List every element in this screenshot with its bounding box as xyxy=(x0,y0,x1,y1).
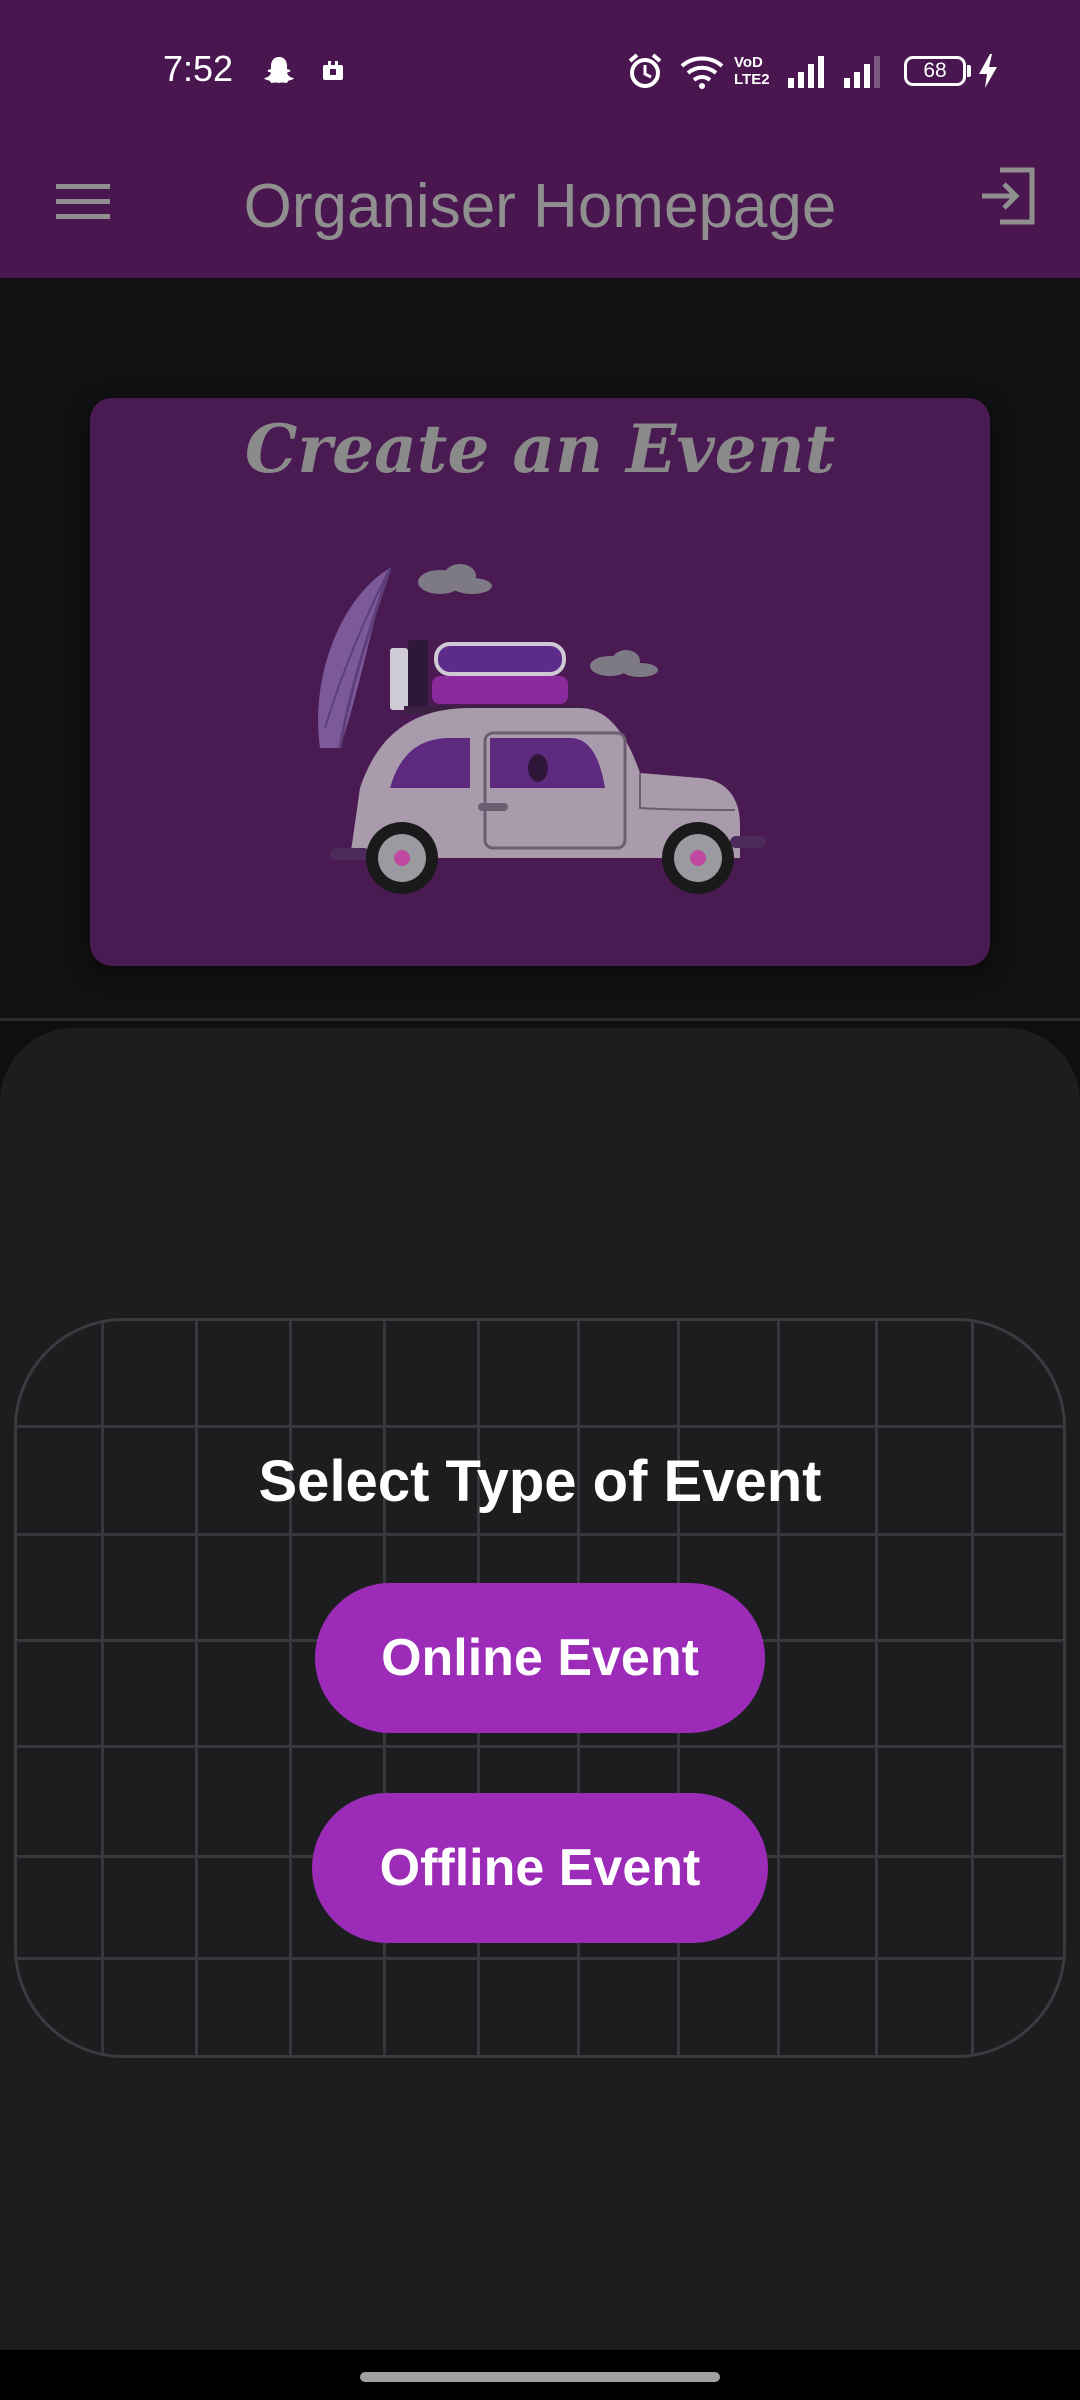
battery-icon: 68 xyxy=(904,56,966,86)
battery-cap xyxy=(967,65,971,77)
section-divider xyxy=(0,1018,1080,1021)
wifi-icon xyxy=(680,56,724,89)
select-event-type-heading: Select Type of Event xyxy=(258,1449,822,1514)
offline-event-label: Offline Event xyxy=(379,1839,701,1897)
create-event-title: Create an Event xyxy=(244,410,836,488)
alarm-icon xyxy=(628,53,662,88)
create-event-card[interactable]: Create an Event xyxy=(90,398,990,966)
car-with-luggage-illustration xyxy=(318,564,766,894)
charging-icon xyxy=(979,54,997,88)
page-title: Organiser Homepage xyxy=(243,172,837,241)
status-bar: 7:52 VoD LTE2 68 xyxy=(0,0,1080,140)
home-gesture-handle[interactable] xyxy=(360,2372,720,2382)
offline-event-button[interactable]: Offline Event xyxy=(312,1793,768,1943)
logout-icon[interactable] xyxy=(976,164,1040,228)
battery-level: 68 xyxy=(923,59,947,82)
online-event-button[interactable]: Online Event xyxy=(315,1583,765,1733)
hero-section: Create an Event xyxy=(0,278,1080,1020)
network-type-label: VoD LTE2 xyxy=(734,54,770,88)
notification-icon xyxy=(323,61,343,80)
app-bar: Organiser Homepage xyxy=(0,140,1080,278)
signal-icon xyxy=(844,56,880,88)
status-time: 7:52 xyxy=(163,48,234,89)
navigation-bar xyxy=(0,2350,1080,2400)
online-event-label: Online Event xyxy=(381,1629,699,1687)
snapchat-icon xyxy=(264,57,294,83)
signal-icon xyxy=(788,56,824,88)
